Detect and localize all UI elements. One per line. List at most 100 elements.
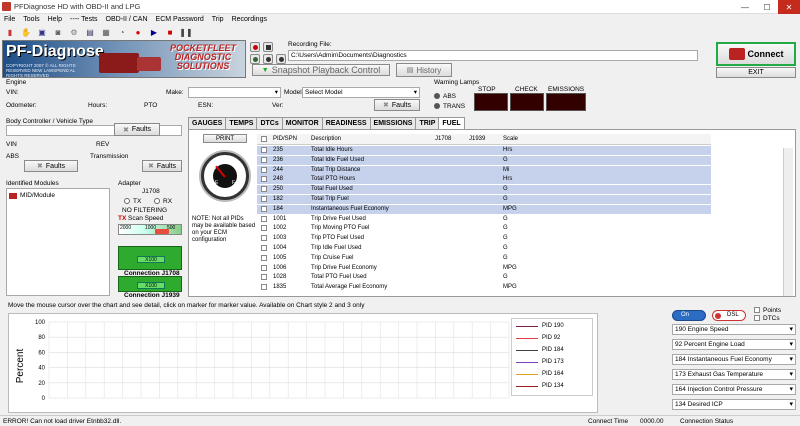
col-j1939[interactable]: J1939 [469,136,485,142]
abs-faults-button[interactable]: ✖ Faults [24,160,78,172]
row-checkbox[interactable] [261,254,267,261]
table-row[interactable]: 1006 Trip Drive Fuel Economy MPG [257,264,711,273]
pause-icon[interactable]: ❚❚ [179,26,193,38]
points-checkbox[interactable] [754,307,760,313]
tab-emissions[interactable]: EMISSIONS [369,117,417,129]
slider-thumb[interactable] [155,229,169,234]
row-checkbox[interactable] [261,245,267,251]
faults-label: Faults [131,126,151,133]
grid-scrollbar[interactable] [783,148,793,296]
table-row[interactable]: 235 Total Idle Hours Hrs [257,146,711,155]
pid-select[interactable]: 164 Injection Control Pressure [672,384,796,395]
engine-faults-button[interactable]: ✖ Faults [374,99,420,111]
col-scale[interactable]: Scale [503,136,518,142]
play-icon[interactable]: ▶ [147,26,161,38]
row-checkbox[interactable] [261,147,267,153]
stop-icon[interactable]: ■ [163,26,177,38]
select-all-checkbox[interactable] [261,136,267,142]
close-button[interactable]: ✕ [778,0,800,14]
tab-dtcs[interactable]: DTCs [256,117,283,129]
dashboard-icon[interactable]: ◔ [115,26,129,38]
table-row[interactable]: 248 Total PTO Hours Hrs [257,175,711,185]
table-row[interactable]: 1003 Trip PTO Fuel Used G [257,234,711,243]
trans-faults-button[interactable]: ✖ Faults [142,160,182,172]
doc-icon[interactable]: ▮ [3,26,17,38]
play-button[interactable] [250,54,260,64]
pid-select[interactable]: 134 Desired ICP [672,399,796,410]
table-row[interactable]: 1028 Total PTO Fuel Used G [257,273,711,282]
save-icon[interactable]: ▣ [35,26,49,38]
menu-trip[interactable]: Trip [212,14,224,25]
table-row[interactable]: 236 Total Idle Fuel Used G [257,155,711,165]
camera-icon[interactable]: ◙ [51,26,65,38]
body-faults-button[interactable]: ✖ Faults [114,123,160,136]
table-row[interactable]: 1002 Trip Moving PTO Fuel G [257,224,711,233]
model-select[interactable]: Select Model ▾ [302,87,420,98]
stop-record-button[interactable] [263,42,273,52]
snapshot-playback-button[interactable]: ▼ Snapshot Playback Control [252,64,390,76]
connect-button[interactable]: Connect [716,42,796,66]
table-row[interactable]: 244 Total Trip Distance Mi [257,165,711,175]
pause-button[interactable] [263,54,273,64]
exit-button[interactable]: EXIT [716,67,796,78]
row-checkbox[interactable] [261,284,267,291]
row-checkbox[interactable] [261,196,267,202]
row-checkbox[interactable] [261,205,267,212]
row-checkbox[interactable] [261,225,267,232]
col-description[interactable]: Description [311,136,341,142]
table-row[interactable]: 1001 Trip Drive Fuel Used G [257,215,711,224]
hand-icon[interactable]: ✋ [19,26,33,38]
record-button[interactable] [250,42,260,52]
table-row[interactable]: 1005 Trip Cruise Fuel G [257,254,711,263]
pid-select[interactable]: 184 Instantaneous Fuel Economy [672,354,796,365]
row-checkbox[interactable] [261,166,267,173]
tab-temps[interactable]: TEMPS [225,117,258,129]
ecm-icon[interactable]: ▤ [83,26,97,38]
make-select[interactable]: ▾ [188,87,281,98]
row-checkbox[interactable] [261,274,267,281]
table-row[interactable]: 182 Total Trip Fuel G [257,195,711,204]
table-row[interactable]: 250 Total Fuel Used G [257,185,711,195]
table-row[interactable]: 184 Instantaneous Fuel Economy MPG [257,204,711,214]
menu-help[interactable]: Help [48,14,62,25]
tab-trip[interactable]: TRIP [415,117,440,129]
col-j1708[interactable]: J1708 [435,136,451,142]
tab-readiness[interactable]: READINESS [321,117,371,129]
history-button[interactable]: ▤ History [396,63,452,77]
menu-obd-can[interactable]: OBD-II / CAN [106,14,148,25]
menu-ecm-password[interactable]: ECM Password [156,14,204,25]
gear-icon[interactable]: ⚙ [67,26,81,38]
grid-icon[interactable]: ▦ [99,26,113,38]
dtcs-checkbox[interactable] [754,315,760,321]
on-toggle[interactable]: On [672,310,706,321]
table-row[interactable]: 1835 Total Average Fuel Economy MPG [257,283,711,292]
pid-select[interactable]: 173 Exhaust Gas Temperature [672,369,796,380]
table-row[interactable]: 1004 Trip Idle Fuel Used G [257,244,711,253]
col-pid[interactable]: PID/SPN [273,136,297,142]
minimize-button[interactable]: — [734,0,756,14]
rewind-button[interactable] [276,54,286,64]
menu-recordings[interactable]: Recordings [232,14,267,25]
row-checkbox[interactable] [261,264,267,271]
maximize-button[interactable]: ☐ [756,0,778,14]
menu-tools[interactable]: Tools [23,14,39,25]
chart-area[interactable]: 100 80 60 40 20 0 Percent PID 190 PID 92 PID 18… [8,313,598,413]
list-item[interactable]: MID/Module [9,192,55,199]
row-checkbox[interactable] [261,156,267,163]
record-icon[interactable]: ● [131,26,145,38]
row-checkbox[interactable] [261,176,267,183]
pid-select[interactable]: 92 Percent Engine Load [672,339,796,350]
row-checkbox[interactable] [261,235,267,242]
modules-list[interactable]: MID/Module [6,188,110,296]
scan-speed-slider[interactable]: 2000 1000 500 [118,224,182,235]
row-checkbox[interactable] [261,215,267,222]
tab-gauges[interactable]: GAUGES [188,117,227,129]
row-checkbox[interactable] [261,186,267,193]
pid-select[interactable]: 190 Engine Speed [672,324,796,335]
recording-file-field[interactable]: C:\Users\Admin\Documents\Diagnostics [288,50,698,61]
tab-monitor[interactable]: MONITOR [281,117,323,129]
menu-tests[interactable]: ---- Tests [70,14,97,25]
dsl-toggle[interactable]: DSL [712,310,746,321]
menu-file[interactable]: File [4,14,15,25]
print-button[interactable]: PRINT [203,134,247,143]
